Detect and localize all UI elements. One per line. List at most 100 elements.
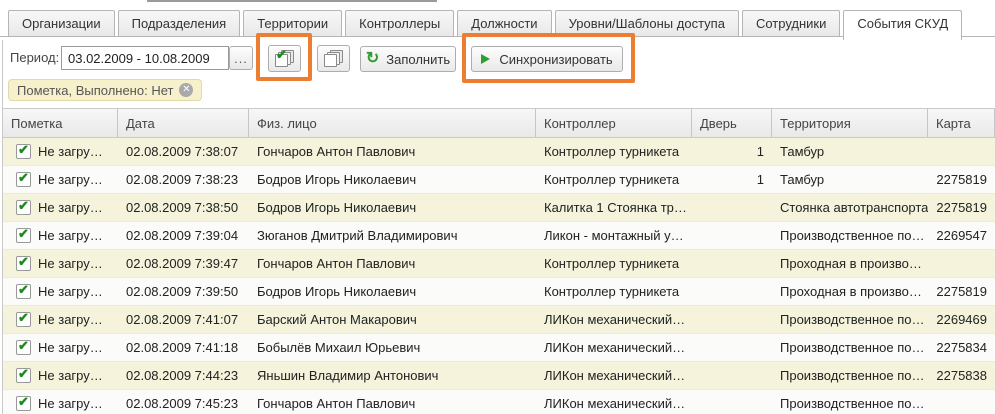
cell-door: [692, 222, 772, 249]
check-icon: ✔: [18, 199, 29, 212]
table-body: ✔Не загру…02.08.2009 7:38:07Гончаров Ант…: [3, 138, 995, 414]
cell-mark: ✔Не загру…: [3, 362, 118, 389]
cell-mark: ✔ Не загру…: [3, 390, 118, 414]
tab-6[interactable]: Сотрудники: [742, 10, 840, 37]
table-header: Пометка Дата Физ. лицо Контроллер Дверь …: [3, 108, 995, 138]
cell-mark: ✔Не загру…: [3, 334, 118, 361]
checkbox-checked[interactable]: ✔: [16, 172, 31, 187]
checkbox-checked[interactable]: ✔: [16, 200, 31, 215]
column-header-person[interactable]: Физ. лицо: [249, 109, 536, 137]
table-row[interactable]: ✔Не загру…02.08.2009 7:38:50Бодров Игорь…: [3, 194, 995, 222]
table-row[interactable]: ✔Не загру…02.08.2009 7:39:04Зюганов Дмит…: [3, 222, 995, 250]
cell-territory: Производственное по…: [772, 222, 928, 249]
check-icon: ✔: [18, 339, 29, 352]
cell-card: [928, 250, 995, 277]
fill-button[interactable]: ↻ Заполнить: [360, 46, 456, 72]
cell-person: Бобылёв Михаил Юрьевич: [249, 334, 536, 361]
cell-person: Гончаров Антон Павлович: [249, 250, 536, 277]
cell-territory: Производственное по…: [772, 306, 928, 333]
cell-controller: Контроллер турникета: [536, 138, 692, 165]
cell-card: 2275834: [928, 334, 995, 361]
synchronize-button[interactable]: Синхронизировать: [471, 46, 623, 72]
mark-label: Не загру…: [38, 256, 103, 271]
table-row[interactable]: ✔Не загру…02.08.2009 7:38:07Гончаров Ант…: [3, 138, 995, 166]
column-header-controller[interactable]: Контроллер: [536, 109, 692, 137]
cell-card: 2275819: [928, 278, 995, 305]
tab-4[interactable]: Должности: [457, 10, 551, 37]
cell-controller: Ликон - монтажный у…: [536, 222, 692, 249]
table-row[interactable]: ✔ Не загру… 02.08.2009 7:41:07Барский Анто…: [3, 306, 995, 334]
play-icon: [481, 54, 490, 64]
tab-5[interactable]: Уровни/Шаблоны доступа: [555, 10, 739, 37]
table-row[interactable]: ✔Не загру…02.08.2009 7:39:50Бодров Игорь…: [3, 278, 995, 306]
checkbox-checked[interactable]: ✔: [16, 340, 31, 355]
mark-label: Не загру…: [38, 312, 103, 327]
cell-door: [692, 194, 772, 221]
cell-date: 02.08.2009 7:39:04: [118, 222, 249, 249]
check-icon: ✔: [18, 171, 29, 184]
cell-date: 02.08.2009 7:38:07: [118, 138, 249, 165]
set-mark-button[interactable]: ✔: [268, 45, 301, 72]
filter-chip: Пометка, Выполнено: Нет ✕: [8, 79, 202, 101]
tab-7-active[interactable]: События СКУД: [843, 10, 962, 40]
cell-door: [692, 278, 772, 305]
period-input[interactable]: [61, 46, 229, 70]
period-picker-button[interactable]: ...: [229, 46, 253, 70]
cell-territory: Производственное по…: [772, 390, 928, 414]
cell-door: 1: [692, 166, 772, 193]
table-row[interactable]: ✔ Не загру… 02.08.2009 7:45:23Гончаров Ант…: [3, 390, 995, 414]
column-header-territory[interactable]: Территория: [772, 109, 928, 137]
checkbox-checked[interactable]: ✔: [16, 284, 31, 299]
column-header-door[interactable]: Дверь: [692, 109, 772, 137]
cell-door: 1: [692, 138, 772, 165]
cell-person: Гончаров Антон Павлович: [249, 138, 536, 165]
column-header-mark[interactable]: Пометка: [3, 109, 118, 137]
cell-card: 2275819: [928, 194, 995, 221]
stacked-sheets-green-check-icon: ✔: [275, 50, 294, 67]
checkbox-checked[interactable]: ✔: [16, 228, 31, 243]
check-icon: ✔: [18, 283, 29, 296]
table-row[interactable]: ✔Не загру…02.08.2009 7:38:23Бодров Игорь…: [3, 166, 995, 194]
cell-card: 2269469: [928, 306, 995, 333]
checkbox-checked[interactable]: ✔: [16, 396, 31, 411]
cell-door: [692, 306, 772, 333]
cell-person: Яньшин Владимир Антонович: [249, 362, 536, 389]
tab-3[interactable]: Контроллеры: [345, 10, 454, 37]
cell-territory: Тамбур: [772, 166, 928, 193]
cell-card: 2275819: [928, 166, 995, 193]
cell-date: 02.08.2009 7:39:47: [118, 250, 249, 277]
cell-mark: ✔Не загру…: [3, 194, 118, 221]
cell-mark: ✔ Не загру…: [3, 306, 118, 333]
close-icon[interactable]: ✕: [179, 83, 193, 97]
table-row[interactable]: ✔Не загру…02.08.2009 7:44:23Яньшин Влади…: [3, 362, 995, 390]
checkbox-checked[interactable]: ✔: [16, 256, 31, 271]
cell-person: Гончаров Антон Павлович: [249, 390, 536, 414]
cell-controller: Контроллер турникета: [536, 250, 692, 277]
cell-territory: Проходная в произво…: [772, 250, 928, 277]
column-header-card[interactable]: Карта: [928, 109, 995, 137]
checkbox-checked[interactable]: ✔: [16, 368, 31, 383]
clear-mark-button[interactable]: [317, 45, 350, 72]
check-icon: ✔: [18, 227, 29, 240]
column-header-date[interactable]: Дата: [118, 109, 249, 137]
cell-person: Барский Антон Макарович: [249, 306, 536, 333]
cell-card: [928, 138, 995, 165]
tab-1[interactable]: Подразделения: [118, 10, 241, 37]
tab-0[interactable]: Организации: [8, 10, 115, 37]
cell-controller: Контроллер турникета: [536, 278, 692, 305]
checkbox-checked[interactable]: ✔: [16, 312, 31, 327]
cell-date: 02.08.2009 7:38:23: [118, 166, 249, 193]
mark-label: Не загру…: [38, 396, 103, 411]
cell-date: 02.08.2009 7:45:23: [118, 390, 249, 414]
check-icon: ✔: [18, 255, 29, 268]
check-icon: ✔: [18, 395, 29, 408]
tab-2[interactable]: Территории: [243, 10, 342, 37]
table-row[interactable]: ✔Не загру…02.08.2009 7:41:18Бобылёв Миха…: [3, 334, 995, 362]
cell-date: 02.08.2009 7:41:07: [118, 306, 249, 333]
cell-controller: Контроллер турникета: [536, 166, 692, 193]
cell-controller: Калитка 1 Стоянка тр…: [536, 194, 692, 221]
cell-date: 02.08.2009 7:44:23: [118, 362, 249, 389]
table-row[interactable]: ✔ Не загру… 02.08.2009 7:39:47Гончаров Ант…: [3, 250, 995, 278]
checkbox-checked[interactable]: ✔: [16, 144, 31, 159]
fill-button-label: Заполнить: [386, 52, 450, 67]
